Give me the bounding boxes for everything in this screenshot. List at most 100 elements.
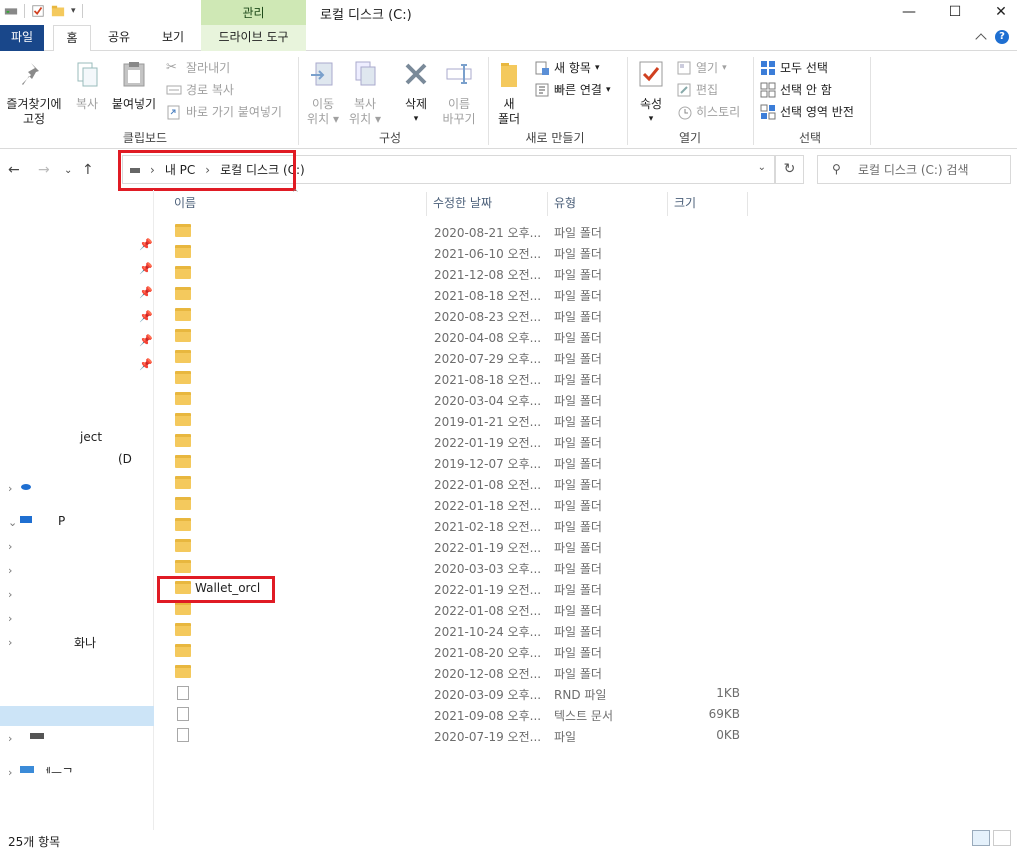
file-row[interactable]: 2021-12-08 오전... 파일 폴더 xyxy=(160,263,760,284)
properties-dropdown-icon[interactable]: ▾ xyxy=(634,112,668,127)
file-row[interactable]: 2021-08-18 오전... 파일 폴더 xyxy=(160,284,760,305)
pin-icon[interactable]: 📌 xyxy=(139,286,153,299)
collapse-ribbon-icon[interactable] xyxy=(975,33,987,45)
pin-icon[interactable]: 📌 xyxy=(139,238,153,251)
navpane-item[interactable]: P xyxy=(58,514,65,534)
delete-dropdown-icon[interactable]: ▾ xyxy=(396,112,436,127)
file-row[interactable]: 2022-01-19 오전... 파일 폴더 xyxy=(160,431,760,452)
tab-file[interactable]: 파일 xyxy=(0,25,44,51)
maximize-button[interactable]: ☐ xyxy=(932,0,978,25)
large-icons-view-icon[interactable] xyxy=(993,830,1011,846)
back-arrow-icon[interactable]: ← xyxy=(8,162,20,178)
expand-chevron-icon[interactable]: › xyxy=(8,766,12,779)
copy-button[interactable]: 복사 xyxy=(70,59,104,112)
properties-button[interactable]: 속성 ▾ xyxy=(634,59,668,127)
file-row[interactable]: 2020-08-23 오전... 파일 폴더 xyxy=(160,305,760,326)
paste-button[interactable]: 붙여넣기 xyxy=(108,59,160,112)
move-to-button[interactable]: 이동 위치 ▾ xyxy=(303,59,343,127)
folder-icon xyxy=(175,329,191,342)
easy-access-button[interactable]: 빠른 연결 ▾ xyxy=(534,81,611,98)
file-row[interactable]: 2022-01-08 오전... 파일 폴더 xyxy=(160,473,760,494)
new-folder-icon[interactable] xyxy=(51,4,65,18)
file-row[interactable]: 2019-12-07 오후... 파일 폴더 xyxy=(160,452,760,473)
navpane-item[interactable]: ject xyxy=(80,430,102,450)
tab-home[interactable]: 홈 xyxy=(53,25,91,52)
file-row[interactable]: 2021-08-18 오전... 파일 폴더 xyxy=(160,368,760,389)
rename-button[interactable]: 이름 바꾸기 xyxy=(436,59,482,127)
file-row[interactable]: 2020-03-03 오후... 파일 폴더 xyxy=(160,557,760,578)
file-row[interactable]: 2020-08-21 오후... 파일 폴더 xyxy=(160,221,760,242)
file-row[interactable]: 2020-03-04 오후... 파일 폴더 xyxy=(160,389,760,410)
expand-chevron-icon[interactable]: › xyxy=(8,732,12,745)
minimize-button[interactable]: — xyxy=(886,0,932,25)
details-view-icon[interactable] xyxy=(972,830,990,846)
column-header-size[interactable]: 크기 xyxy=(674,192,696,216)
address-dropdown-icon[interactable]: ⌄ xyxy=(758,162,766,173)
file-row[interactable]: 2021-08-20 오후... 파일 폴더 xyxy=(160,641,760,662)
expand-chevron-icon[interactable]: › xyxy=(8,612,12,625)
navpane-item[interactable]: 화나 xyxy=(74,634,96,654)
tab-view[interactable]: 보기 xyxy=(150,25,196,51)
delete-button[interactable]: 삭제 ▾ xyxy=(396,59,436,127)
file-row[interactable]: 2020-04-08 오후... 파일 폴더 xyxy=(160,326,760,347)
pin-icon[interactable]: 📌 xyxy=(139,262,153,275)
drive-icon[interactable] xyxy=(4,4,18,18)
navigation-pane[interactable]: 📌 📌 📌 📌 📌 📌 ject (D › ⌄ P › › › › › 화나 ›… xyxy=(0,190,154,830)
expand-chevron-icon[interactable]: › xyxy=(8,564,12,577)
file-row[interactable]: 2022-01-19 오전... 파일 폴더 xyxy=(160,536,760,557)
copy-path-button[interactable]: 경로 복사 xyxy=(166,81,234,98)
column-header-type[interactable]: 유형 xyxy=(554,192,576,216)
title-bar: ▾ 관리 로컬 디스크 (C:) — ☐ ✕ xyxy=(0,0,1017,26)
navpane-selected-item[interactable] xyxy=(0,706,154,726)
cut-button[interactable]: ✂ 잘라내기 xyxy=(166,59,230,76)
file-row[interactable]: 2021-06-10 오전... 파일 폴더 xyxy=(160,242,760,263)
column-divider[interactable] xyxy=(547,192,548,216)
navpane-item[interactable]: ᅦᅳᄀ xyxy=(40,764,73,784)
paste-shortcut-button[interactable]: 바로 가기 붙여넣기 xyxy=(166,103,282,120)
recent-locations-icon[interactable]: ⌄ xyxy=(64,165,72,176)
file-row[interactable]: 2020-12-08 오전... 파일 폴더 xyxy=(160,662,760,683)
up-arrow-icon[interactable]: ↑ xyxy=(82,162,94,178)
invert-selection-button[interactable]: 선택 영역 반전 xyxy=(760,103,854,120)
tab-drive-tools[interactable]: 드라이브 도구 xyxy=(201,25,306,51)
pin-icon[interactable]: 📌 xyxy=(139,310,153,323)
edit-button[interactable]: 편집 xyxy=(676,81,718,98)
column-header-name[interactable]: 이름 xyxy=(174,192,196,216)
pin-icon[interactable]: 📌 xyxy=(139,334,153,347)
expand-chevron-icon[interactable]: › xyxy=(8,482,12,495)
file-row[interactable]: 2020-03-09 오후... RND 파일 1KB xyxy=(160,683,760,704)
properties-check-icon[interactable] xyxy=(31,4,45,18)
forward-arrow-icon[interactable]: → xyxy=(38,162,50,178)
pin-icon[interactable]: 📌 xyxy=(139,358,153,371)
column-header-date[interactable]: 수정한 날짜 xyxy=(433,192,492,216)
new-folder-button[interactable]: 새 폴더 xyxy=(494,59,524,127)
file-row[interactable]: 2021-02-18 오전... 파일 폴더 xyxy=(160,515,760,536)
copy-to-button[interactable]: 복사 위치 ▾ xyxy=(345,59,385,127)
column-divider[interactable] xyxy=(667,192,668,216)
open-button[interactable]: 열기 ▾ xyxy=(676,59,727,76)
select-none-button[interactable]: 선택 안 함 xyxy=(760,81,832,98)
refresh-button[interactable]: ↻ xyxy=(775,155,804,184)
file-row[interactable]: 2020-07-29 오후... 파일 폴더 xyxy=(160,347,760,368)
file-row[interactable]: 2021-10-24 오후... 파일 폴더 xyxy=(160,620,760,641)
column-divider[interactable] xyxy=(426,192,427,216)
qat-dropdown-icon[interactable]: ▾ xyxy=(71,6,76,16)
select-all-button[interactable]: 모두 선택 xyxy=(760,59,828,76)
history-button[interactable]: 히스토리 xyxy=(676,103,740,120)
column-divider[interactable] xyxy=(747,192,748,216)
expand-chevron-icon[interactable]: › xyxy=(8,588,12,601)
close-button[interactable]: ✕ xyxy=(978,0,1017,25)
help-icon[interactable]: ? xyxy=(995,30,1009,44)
file-row[interactable]: 2021-09-08 오후... 텍스트 문서 69KB xyxy=(160,704,760,725)
tab-share[interactable]: 공유 xyxy=(100,25,138,51)
expand-chevron-icon[interactable]: › xyxy=(8,636,12,649)
context-tab-manage[interactable]: 관리 xyxy=(201,0,306,26)
navpane-item[interactable]: (D xyxy=(118,452,132,472)
file-row[interactable]: 2019-01-21 오전... 파일 폴더 xyxy=(160,410,760,431)
file-row[interactable]: 2022-01-18 오전... 파일 폴더 xyxy=(160,494,760,515)
file-row[interactable]: 2020-07-19 오전... 파일 0KB xyxy=(160,725,760,746)
new-item-button[interactable]: 새 항목 ▾ xyxy=(534,59,599,76)
expand-chevron-icon[interactable]: › xyxy=(8,540,12,553)
collapse-chevron-icon[interactable]: ⌄ xyxy=(8,516,17,529)
pin-to-quick-access-button[interactable]: 즐겨찾기에 고정 xyxy=(4,59,64,127)
